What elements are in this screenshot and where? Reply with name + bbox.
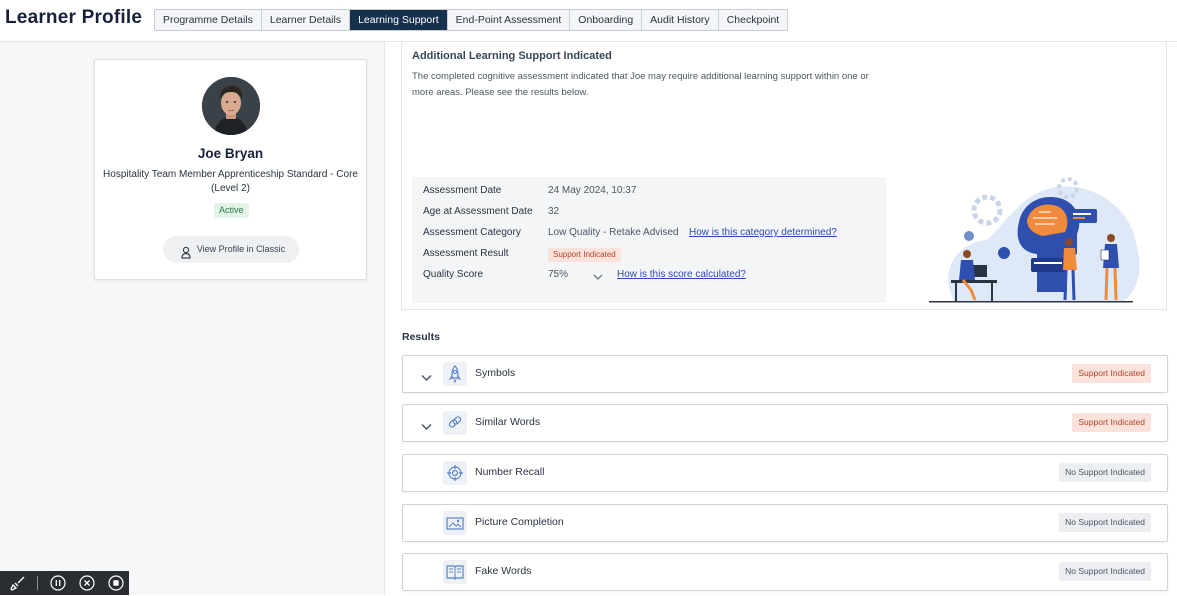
chevron-down-icon[interactable]	[421, 418, 432, 431]
score-help-link[interactable]: How is this score calculated?	[617, 267, 746, 283]
result-row-number-recall[interactable]: Number Recall No Support Indicated	[402, 454, 1168, 492]
toolbar-divider	[37, 576, 38, 590]
detail-row-assessment-date: Assessment Date 24 May 2024, 10:37	[423, 183, 883, 199]
book-icon	[443, 560, 467, 584]
result-label: Fake Words	[475, 565, 532, 577]
status-badge: Active	[214, 203, 249, 218]
result-row-fake-words[interactable]: Fake Words No Support Indicated	[402, 553, 1168, 591]
detail-row-result: Assessment Result Support Indicated	[423, 246, 883, 262]
view-profile-classic-button[interactable]: View Profile in Classic	[163, 236, 299, 263]
detail-label: Age at Assessment Date	[423, 206, 533, 217]
page-header: Learner Profile Programme Details Learne…	[0, 0, 1177, 42]
assessment-illustration	[929, 177, 1140, 303]
user-icon	[180, 243, 192, 259]
tab-programme-details[interactable]: Programme Details	[155, 10, 262, 30]
detail-label: Assessment Date	[423, 185, 502, 196]
chevron-down-icon[interactable]	[593, 271, 603, 280]
no-support-indicated-badge: No Support Indicated	[1059, 463, 1151, 482]
main-content: Additional Learning Support Indicated Th…	[386, 42, 1177, 595]
detail-label: Assessment Category	[423, 227, 521, 238]
tab-checkpoint[interactable]: Checkpoint	[719, 10, 788, 30]
link-icon	[443, 411, 467, 435]
category-help-link[interactable]: How is this category determined?	[689, 225, 837, 241]
assessment-details: Assessment Date 24 May 2024, 10:37 Age a…	[412, 177, 886, 303]
broom-icon[interactable]	[10, 575, 26, 591]
programme-name: Hospitality Team Member Apprenticeship S…	[103, 169, 358, 194]
result-row-picture-completion[interactable]: Picture Completion No Support Indicated	[402, 504, 1168, 542]
detail-label: Assessment Result	[423, 248, 509, 259]
chevron-down-icon[interactable]	[421, 369, 432, 382]
support-summary-card: Additional Learning Support Indicated Th…	[401, 42, 1167, 310]
result-label: Number Recall	[475, 466, 545, 478]
detail-value: 24 May 2024, 10:37	[548, 185, 637, 196]
cancel-icon[interactable]	[79, 575, 95, 591]
pause-icon[interactable]	[50, 575, 66, 591]
result-badge-wrap: Support Indicated	[548, 247, 621, 263]
no-support-indicated-badge: No Support Indicated	[1059, 562, 1151, 581]
tab-learner-details[interactable]: Learner Details	[262, 10, 351, 30]
result-label: Symbols	[475, 367, 516, 379]
detail-row-category: Assessment Category Low Quality - Retake…	[423, 225, 883, 241]
avatar	[202, 77, 260, 135]
tab-bar: Programme Details Learner Details Learni…	[154, 9, 789, 31]
tab-audit-history[interactable]: Audit History	[642, 10, 719, 30]
summary-text: The completed cognitive assessment indic…	[412, 71, 869, 98]
detail-row-quality-score: Quality Score 75% How is this score calc…	[423, 267, 883, 283]
profile-card: Joe Bryan Hospitality Team Member Appren…	[94, 59, 367, 280]
recorder-toolbar	[0, 571, 129, 595]
summary-title: Additional Learning Support Indicated	[412, 50, 612, 62]
result-label: Picture Completion	[475, 516, 564, 528]
learner-name: Joe Bryan	[197, 146, 264, 161]
target-icon	[443, 461, 467, 485]
detail-value: Low Quality - Retake Advised	[548, 227, 679, 238]
tab-learning-support[interactable]: Learning Support	[350, 10, 448, 30]
page-title: Learner Profile	[5, 7, 143, 28]
left-pane: Joe Bryan Hospitality Team Member Appren…	[0, 42, 385, 595]
tab-onboarding[interactable]: Onboarding	[570, 10, 643, 30]
result-label: Similar Words	[475, 416, 541, 428]
tab-end-point-assessment[interactable]: End-Point Assessment	[448, 10, 571, 30]
assessment-result-badge: Support Indicated	[548, 248, 621, 262]
stop-icon[interactable]	[108, 575, 124, 591]
result-row-similar-words[interactable]: Similar Words Support Indicated	[402, 404, 1168, 442]
detail-label: Quality Score	[423, 269, 484, 280]
results-title: Results	[402, 331, 440, 343]
result-row-symbols[interactable]: Symbols Support Indicated	[402, 355, 1168, 393]
support-indicated-badge: Support Indicated	[1072, 364, 1151, 383]
support-indicated-badge: Support Indicated	[1072, 413, 1151, 432]
view-profile-classic-label: View Profile in Classic	[196, 244, 286, 254]
detail-value: 32	[548, 206, 560, 217]
picture-icon	[443, 511, 467, 535]
no-support-indicated-badge: No Support Indicated	[1059, 513, 1151, 532]
rocket-icon	[443, 362, 467, 386]
detail-row-age: Age at Assessment Date 32	[423, 204, 883, 220]
quality-score-value: 75%	[548, 269, 569, 280]
